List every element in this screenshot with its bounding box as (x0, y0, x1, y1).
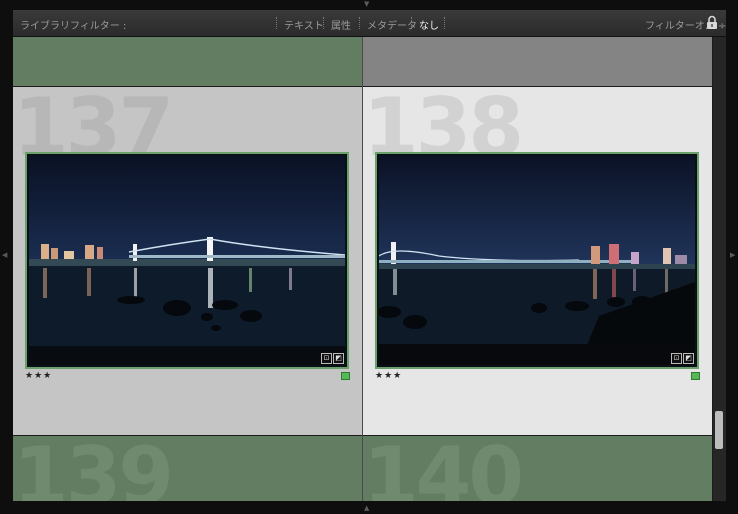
scrollbar-thumb[interactable] (715, 411, 723, 449)
grid-column-divider (362, 37, 363, 501)
color-label-green[interactable] (341, 372, 350, 380)
star-rating[interactable]: ★★★ (375, 371, 402, 381)
color-label-green[interactable] (691, 372, 700, 380)
filter-tab-attribute[interactable]: 属性 (331, 17, 351, 32)
padlock-icon[interactable] (706, 15, 718, 30)
thumbnail-badges: ⊡ ◩ (320, 345, 344, 364)
grid-cell-tail-137[interactable] (13, 37, 362, 86)
night-harbor-photo (29, 156, 345, 365)
edit-icon[interactable]: ◩ (683, 353, 694, 364)
thumbnail-badges: ⊡ ◩ (670, 345, 694, 364)
filter-tab-metadata[interactable]: メタデータ (367, 17, 417, 32)
night-harbor-photo (379, 156, 695, 365)
bottom-panel-toggle-icon[interactable]: ▲ (364, 505, 369, 512)
grid-cell-137[interactable]: 137 ⊡ ◩ ★★★ (13, 87, 362, 435)
cell-index-number: 140 (363, 436, 524, 501)
thumbnail-grid[interactable]: 137 ⊡ ◩ ★★★ 138 ⊡ ◩ ★★★ 139 140 (13, 37, 712, 501)
filter-bar-title: ライブラリフィルター : (20, 21, 127, 32)
grid-cell-138[interactable]: 138 ⊡ ◩ ★★★ (363, 87, 712, 435)
photo-thumbnail[interactable]: ⊡ ◩ (25, 152, 349, 369)
photo-thumbnail[interactable]: ⊡ ◩ (375, 152, 699, 369)
library-filter-bar: ライブラリフィルター : テキスト 属性 メタデータ なし フィルターオ… ÷ (13, 10, 726, 37)
filter-tab-none[interactable]: なし (419, 17, 439, 32)
cell-index-number: 139 (13, 436, 174, 501)
left-panel-toggle-icon[interactable]: ◀ (2, 252, 7, 259)
metadata-icon[interactable]: ⊡ (321, 353, 332, 364)
top-panel-toggle-icon[interactable]: ▼ (364, 1, 369, 8)
right-panel-toggle-icon[interactable]: ▶ (730, 252, 735, 259)
filter-tab-text[interactable]: テキスト (284, 17, 324, 32)
library-grid-view: ライブラリフィルター : テキスト 属性 メタデータ なし フィルターオ… ÷ … (13, 10, 726, 501)
grid-cell-139[interactable]: 139 (13, 436, 362, 501)
grid-cell-tail-138[interactable] (363, 37, 712, 86)
edit-icon[interactable]: ◩ (333, 353, 344, 364)
grid-scrollbar[interactable] (713, 37, 726, 501)
star-rating[interactable]: ★★★ (25, 371, 52, 381)
metadata-icon[interactable]: ⊡ (671, 353, 682, 364)
grid-cell-140[interactable]: 140 (363, 436, 712, 501)
